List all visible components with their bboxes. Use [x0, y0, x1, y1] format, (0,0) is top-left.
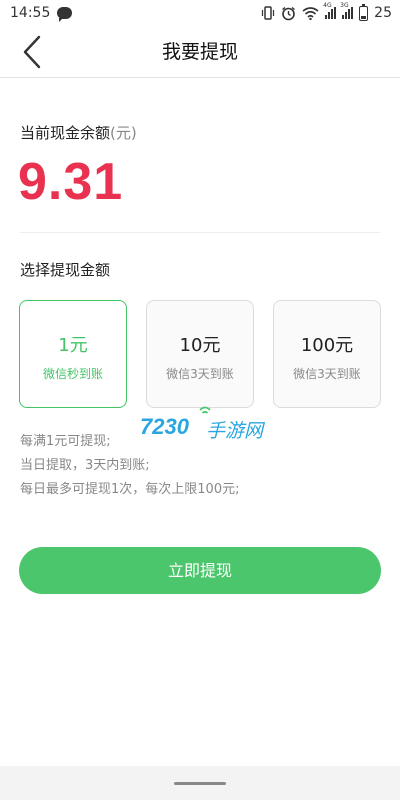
- chat-icon: [57, 7, 73, 22]
- back-button[interactable]: [14, 34, 50, 70]
- withdraw-page: 14:55 4G 3G 25 我要提现 当前现金余额(元) 9.31 选择提现金…: [0, 0, 400, 800]
- option-amount: 100元: [300, 335, 354, 356]
- balance-value: 9.31: [18, 153, 124, 211]
- signal-3g-tag: 3G: [340, 2, 349, 9]
- system-nav-bar: [0, 766, 400, 800]
- signal-3g-icon: 3G: [340, 2, 354, 19]
- battery-icon: [359, 3, 369, 21]
- wifi-icon: [302, 7, 319, 20]
- withdraw-now-button[interactable]: 立即提现: [19, 547, 381, 594]
- rule-line: 每满1元可提现;: [20, 434, 111, 449]
- back-arrow-icon: [23, 35, 41, 69]
- status-time: 14:55: [10, 5, 51, 21]
- alarm-icon: [282, 6, 296, 20]
- balance-unit: (元): [110, 124, 137, 142]
- option-amount: 10元: [179, 335, 221, 356]
- status-bar: 14:55 4G 3G 25: [0, 0, 400, 26]
- withdraw-rules: 每满1元可提现; 当日提取，3天内到账; 每日最多可提现1次，每次上限100元;: [20, 430, 239, 502]
- vibrate-icon: [262, 6, 275, 20]
- option-desc: 微信秒到账: [42, 367, 103, 381]
- option-desc: 微信3天到账: [166, 367, 234, 381]
- amount-option-100[interactable]: 100元 微信3天到账: [273, 300, 381, 408]
- balance-label: 当前现金余额(元): [20, 122, 137, 143]
- divider: [20, 232, 380, 233]
- option-amount: 1元: [58, 335, 88, 356]
- battery-level: 25: [374, 5, 392, 21]
- nav-bar: 我要提现: [0, 26, 400, 78]
- rule-line: 当日提取，3天内到账;: [20, 458, 150, 473]
- signal-4g-icon: 4G: [323, 2, 337, 19]
- option-desc: 微信3天到账: [293, 367, 361, 381]
- signal-4g-tag: 4G: [323, 2, 332, 9]
- amount-option-1[interactable]: 1元 微信秒到账: [19, 300, 127, 408]
- balance-label-text: 当前现金余额: [20, 124, 111, 142]
- page-title: 我要提现: [161, 41, 238, 63]
- home-indicator[interactable]: [174, 782, 226, 785]
- amount-options: 1元 微信秒到账 10元 微信3天到账 100元 微信3天到账: [19, 300, 381, 408]
- rule-line: 每日最多可提现1次，每次上限100元;: [20, 482, 240, 497]
- select-amount-label: 选择提现金额: [20, 261, 111, 279]
- amount-option-10[interactable]: 10元 微信3天到账: [146, 300, 254, 408]
